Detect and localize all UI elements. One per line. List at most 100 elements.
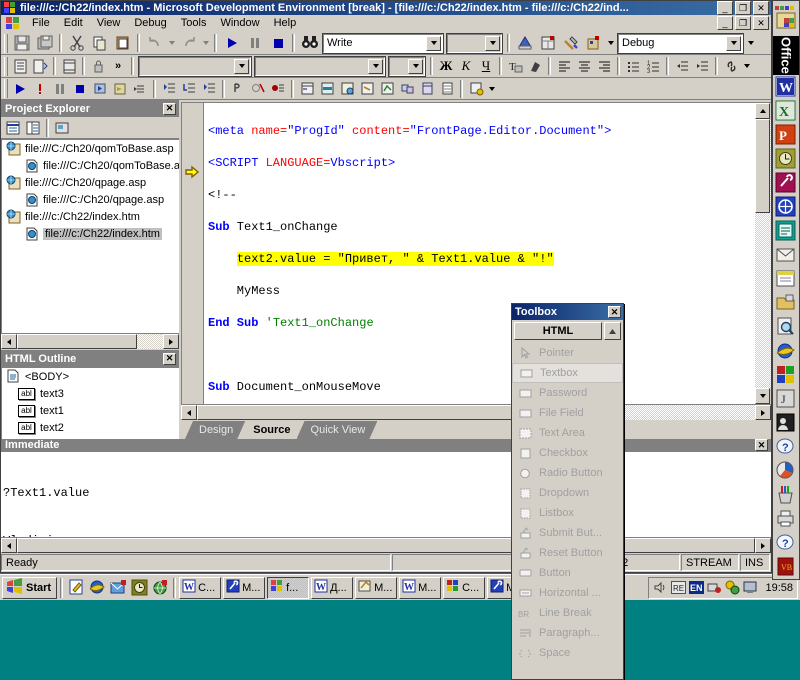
programs-icon[interactable]: [775, 364, 797, 386]
publisher-icon[interactable]: [775, 220, 797, 242]
language-en-icon[interactable]: EN: [689, 580, 705, 596]
scroll-track[interactable]: [17, 538, 755, 553]
tree-node-project[interactable]: file:///C:/Ch20/qpage.asp: [2, 174, 179, 191]
scroll-thumb[interactable]: [17, 334, 137, 349]
continue-icon[interactable]: [10, 79, 30, 99]
configuration-combo-arrow[interactable]: [726, 36, 741, 51]
notepad-icon[interactable]: [66, 578, 86, 598]
step-out-icon[interactable]: [199, 79, 219, 99]
tree-node-file-selected[interactable]: file:///c:/Ch22/index.htm: [2, 225, 179, 242]
toolbox-item-dropdown[interactable]: Dropdown: [512, 483, 623, 503]
save-icon[interactable]: [10, 32, 33, 54]
scroll-right-button[interactable]: [163, 334, 179, 349]
break-icon[interactable]: [30, 79, 50, 99]
font-combo-arrow[interactable]: [368, 59, 383, 74]
toolbox-item-line-break[interactable]: BR Line Break: [512, 603, 623, 623]
access-icon[interactable]: [775, 172, 797, 194]
start-button[interactable]: Start: [2, 577, 57, 599]
toolbox-icon[interactable]: [559, 32, 582, 54]
font-combo[interactable]: [255, 57, 385, 76]
immediate-window-icon[interactable]: [357, 79, 377, 99]
undo-icon[interactable]: [143, 32, 166, 54]
menu-item-file[interactable]: File: [25, 15, 57, 31]
outline-node-input[interactable]: abl text3: [2, 385, 179, 402]
apply-code-changes-icon[interactable]: [130, 79, 150, 99]
scroll-left-button[interactable]: [1, 334, 17, 349]
powerpoint-icon[interactable]: P: [775, 124, 797, 146]
block-format-arrow[interactable]: [234, 59, 249, 74]
doc-minimize-button[interactable]: _: [717, 16, 733, 30]
favorites-icon[interactable]: VB: [775, 556, 797, 578]
project-explorer-hscrollbar[interactable]: [1, 333, 179, 349]
word-icon[interactable]: W: [775, 76, 797, 98]
task-button-active[interactable]: f...: [267, 577, 309, 599]
scroll-track[interactable]: [17, 334, 163, 349]
scroll-down-button[interactable]: [755, 388, 770, 404]
toolbox-item-textbox[interactable]: Textbox: [512, 363, 623, 383]
step-into-icon[interactable]: [159, 79, 179, 99]
html-outline-close-button[interactable]: ✕: [163, 353, 176, 365]
toolbox-dropdown-icon[interactable]: [605, 32, 616, 54]
tab-source[interactable]: Source: [239, 420, 302, 439]
restore-button[interactable]: ❐: [735, 1, 751, 15]
html-outline-tree[interactable]: <BODY> abl text3 abl text1 abl text2: [1, 367, 179, 439]
form-view-icon[interactable]: [10, 56, 30, 76]
toolbox-item-space[interactable]: Space: [512, 643, 623, 663]
internet-explorer-icon[interactable]: [775, 340, 797, 362]
toolbox-item-file-field[interactable]: File Field: [512, 403, 623, 423]
locals-window-icon[interactable]: [337, 79, 357, 99]
tree-node-file[interactable]: file:///C:/Ch20/qomToBase.asp: [2, 157, 179, 174]
display-icon[interactable]: [743, 580, 759, 596]
scroll-right-button[interactable]: [755, 538, 771, 553]
toolbox-item-paragraph[interactable]: Paragraph...: [512, 623, 623, 643]
view-designer-icon[interactable]: [52, 118, 72, 138]
paste-icon[interactable]: [111, 32, 134, 54]
lock-icon[interactable]: [88, 56, 108, 76]
outlook-express-icon[interactable]: [108, 578, 128, 598]
doc-restore-button[interactable]: ❐: [735, 16, 751, 30]
undo-dropdown-icon[interactable]: [166, 32, 177, 54]
toolbox-item-password[interactable]: Password: [512, 383, 623, 403]
break-all-icon[interactable]: [243, 32, 266, 54]
contacts-icon[interactable]: [775, 412, 797, 434]
globe-icon[interactable]: [150, 578, 170, 598]
scroll-left-button[interactable]: [181, 405, 197, 420]
mail-icon[interactable]: [775, 244, 797, 266]
outline-node-body[interactable]: <BODY>: [2, 368, 179, 385]
align-center-icon[interactable]: [574, 56, 594, 76]
toolbox-item-listbox[interactable]: Listbox: [512, 503, 623, 523]
decrease-indent-icon[interactable]: [672, 56, 692, 76]
object-browser-icon[interactable]: [582, 32, 605, 54]
immediate-close-button[interactable]: ✕: [755, 439, 768, 451]
open-document-icon[interactable]: [775, 292, 797, 314]
toolbox-item-pointer[interactable]: Pointer: [512, 343, 623, 363]
solution-explorer-icon[interactable]: [513, 32, 536, 54]
formatting-overflow-icon[interactable]: [741, 55, 752, 77]
antivirus-icon[interactable]: [725, 580, 741, 596]
help-icon[interactable]: ?: [775, 436, 797, 458]
editor-text-area[interactable]: <meta name="ProgId" content="FrontPage.E…: [204, 103, 755, 404]
close-button[interactable]: ✕: [753, 1, 769, 15]
redo-dropdown-icon[interactable]: [200, 32, 211, 54]
toolbar-grip[interactable]: [4, 34, 8, 53]
taskbar-clock[interactable]: 19:58: [761, 582, 793, 594]
script-block-icon[interactable]: [30, 56, 50, 76]
tab-design[interactable]: Design: [185, 421, 245, 439]
find-icon[interactable]: [298, 32, 321, 54]
hyperlink-icon[interactable]: [721, 56, 741, 76]
scroll-left-button[interactable]: [1, 538, 17, 553]
underline-button[interactable]: Ч: [476, 56, 496, 76]
toolbox-item-reset-button[interactable]: Reset Button: [512, 543, 623, 563]
find-combo-arrow[interactable]: [426, 36, 441, 51]
toolbox-scroll-up-button[interactable]: [604, 322, 621, 340]
watch-window-icon[interactable]: [297, 79, 317, 99]
excel-icon[interactable]: X: [775, 100, 797, 122]
align-right-icon[interactable]: [594, 56, 614, 76]
step-over-icon[interactable]: [179, 79, 199, 99]
immediate-hscrollbar[interactable]: [1, 537, 771, 553]
menu-item-window[interactable]: Window: [213, 15, 266, 31]
numbered-list-icon[interactable]: 123: [643, 56, 663, 76]
task-button[interactable]: W C...: [179, 577, 221, 599]
more-chevron-icon[interactable]: »: [108, 56, 128, 76]
new-office-document-icon[interactable]: [775, 9, 797, 35]
